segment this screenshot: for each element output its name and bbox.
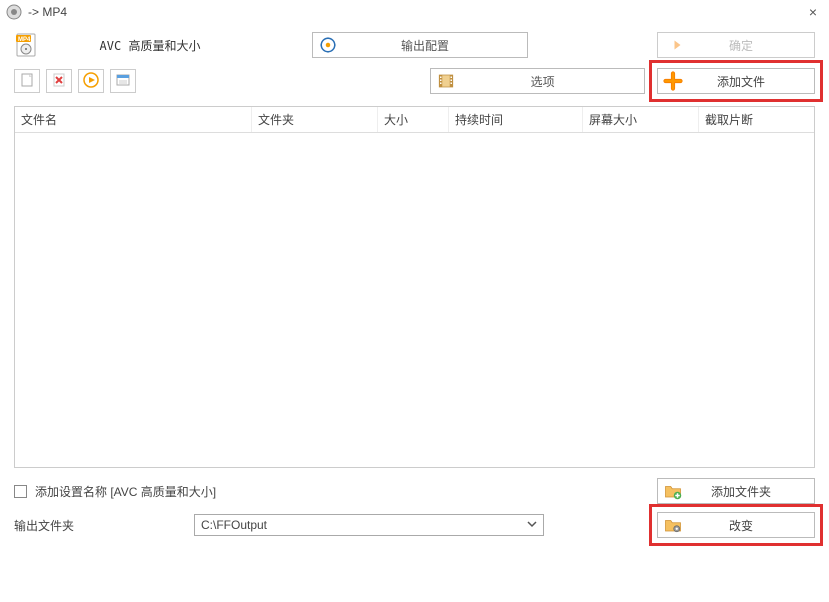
play-icon <box>83 72 99 91</box>
window-title: -> MP4 <box>28 5 797 19</box>
title-bar: -> MP4 × <box>0 0 829 24</box>
output-config-button[interactable]: 输出配置 <box>312 32 528 58</box>
col-duration[interactable]: 持续时间 <box>449 107 583 132</box>
properties-icon <box>115 72 131 91</box>
table-header: 文件名 文件夹 大小 持续时间 屏幕大小 截取片断 <box>15 107 814 133</box>
output-config-label: 输出配置 <box>343 37 527 54</box>
highlight-add-file: 添加文件 <box>649 60 823 102</box>
arrow-right-icon <box>658 36 688 54</box>
add-file-label: 添加文件 <box>688 73 814 90</box>
plus-icon <box>658 71 688 91</box>
append-name-checkbox[interactable] <box>14 485 27 498</box>
bottom-panel: 添加设置名称 [AVC 高质量和大小] 添加文件夹 输出文件夹 C:\FFOut… <box>0 468 829 554</box>
col-size[interactable]: 大小 <box>378 107 449 132</box>
delete-icon <box>51 72 67 91</box>
append-name-label: 添加设置名称 [AVC 高质量和大小] <box>35 483 216 500</box>
ok-label: 确定 <box>688 37 814 54</box>
col-folder[interactable]: 文件夹 <box>252 107 378 132</box>
highlight-change: 改变 <box>649 504 823 546</box>
folder-plus-icon <box>658 482 688 500</box>
col-filename[interactable]: 文件名 <box>15 107 252 132</box>
film-icon <box>431 72 461 90</box>
profile-label: AVC 高质量和大小 <box>50 37 250 54</box>
document-icon <box>19 72 35 91</box>
col-clip[interactable]: 截取片断 <box>699 107 814 132</box>
add-file-button[interactable]: 添加文件 <box>657 68 815 94</box>
file-table: 文件名 文件夹 大小 持续时间 屏幕大小 截取片断 <box>14 106 815 468</box>
gear-icon <box>313 36 343 54</box>
app-icon <box>6 4 22 20</box>
toolbar-row-1: MP4 AVC 高质量和大小 输出配置 确定 <box>0 24 829 64</box>
col-screen[interactable]: 屏幕大小 <box>583 107 699 132</box>
mp4-format-icon: MP4 <box>14 33 38 57</box>
ok-button[interactable]: 确定 <box>657 32 815 58</box>
add-folder-label: 添加文件夹 <box>688 483 814 500</box>
output-folder-select[interactable]: C:\FFOutput <box>194 514 544 536</box>
change-button[interactable]: 改变 <box>657 512 815 538</box>
options-label: 选项 <box>461 73 644 90</box>
toolbar-row-2: 选项 添加文件 <box>0 64 829 102</box>
folder-gear-icon <box>658 516 688 534</box>
output-folder-label: 输出文件夹 <box>14 517 124 534</box>
chevron-down-icon <box>527 518 537 532</box>
properties-button[interactable] <box>110 69 136 93</box>
play-button[interactable] <box>78 69 104 93</box>
options-button[interactable]: 选项 <box>430 68 645 94</box>
delete-button[interactable] <box>46 69 72 93</box>
table-body[interactable] <box>15 133 814 467</box>
close-icon[interactable]: × <box>803 2 823 22</box>
new-button[interactable] <box>14 69 40 93</box>
change-label: 改变 <box>688 517 814 534</box>
add-folder-button[interactable]: 添加文件夹 <box>657 478 815 504</box>
svg-text:MP4: MP4 <box>18 37 31 43</box>
output-folder-value: C:\FFOutput <box>201 518 267 532</box>
